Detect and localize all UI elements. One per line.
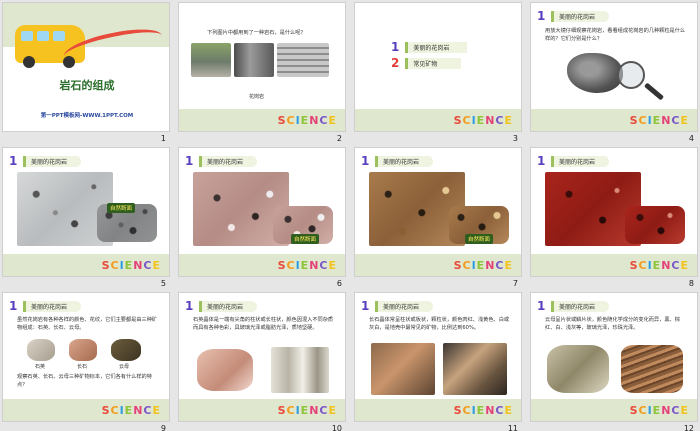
number-one-icon: 1 xyxy=(185,153,194,168)
slide-number: 4 xyxy=(688,134,694,143)
slide-number: 2 xyxy=(336,134,342,143)
section-tag: 1 美丽的花岗岩 xyxy=(537,8,610,23)
science-logo: SCIENCE xyxy=(453,114,513,127)
slide-number: 11 xyxy=(507,424,518,431)
section-tag: 1 美丽的花岗岩 xyxy=(537,298,610,313)
science-logo: SCIENCE xyxy=(101,259,161,272)
section-tag: 1 美丽的花岗岩 xyxy=(361,298,434,313)
menu-item-label: 常见矿物 xyxy=(405,57,462,69)
quartz-sample xyxy=(27,339,55,361)
number-one-icon: 1 xyxy=(361,153,370,168)
photo-building-column xyxy=(234,43,274,77)
science-logo: SCIENCE xyxy=(453,404,513,417)
slide-number: 3 xyxy=(512,134,518,143)
science-logo: SCIENCE xyxy=(277,404,337,417)
section-tag: 1 美丽的花岗岩 xyxy=(9,298,82,313)
photo-caption: 花岗岩 xyxy=(249,94,265,100)
mica-description: 云母呈片状或鳞片状，颜色随化学成分的变化而异，黑、棕红、白、浅灰等，玻璃光泽，珍… xyxy=(545,317,680,331)
number-one-icon: 1 xyxy=(537,298,546,313)
number-one-icon: 1 xyxy=(537,153,546,168)
slide-thumbnail-8[interactable]: 1 美丽的花岗岩 SCIENCE xyxy=(530,147,698,277)
menu-item-1: 1 美丽的花岗岩 xyxy=(391,40,468,54)
slide-number: 10 xyxy=(331,424,342,431)
feldspar-photo-2 xyxy=(443,343,507,395)
feldspar-photo-1 xyxy=(371,343,435,395)
instruction-text: 用放大镜仔细观察花岗岩，看看组成花岗岩的几种颗粒是什么样的？它们分别是什么？ xyxy=(545,28,686,42)
section-tag: 1 美丽的花岗岩 xyxy=(537,153,610,168)
slide-thumbnail-2[interactable]: 下列图片中都用到了一种岩石，是什么呢？ 花岗岩 SCIENCE xyxy=(178,2,346,132)
mica-photo-1 xyxy=(547,345,609,393)
section-tag: 1 美丽的花岗岩 xyxy=(185,153,258,168)
science-logo: SCIENCE xyxy=(277,259,337,272)
number-two-icon: 2 xyxy=(391,56,400,70)
slide-thumbnail-12[interactable]: 1 美丽的花岗岩 云母呈片状或鳞片状，颜色随化学成分的变化而异，黑、棕红、白、浅灰… xyxy=(530,292,698,422)
slide-thumbnail-10[interactable]: 1 美丽的花岗岩 石英晶体是一端有尖角的柱状或长柱状，颜色因混入不同杂质而具有各种… xyxy=(178,292,346,422)
number-one-icon: 1 xyxy=(9,298,18,313)
slide-thumbnail-6[interactable]: 1 美丽的花岗岩 自然断面 SCIENCE xyxy=(178,147,346,277)
magnifier-lens xyxy=(617,61,645,89)
science-logo: SCIENCE xyxy=(453,259,513,272)
slide-thumbnail-5[interactable]: 1 美丽的花岗岩 自然断面 SCIENCE xyxy=(2,147,170,277)
science-logo: SCIENCE xyxy=(629,404,689,417)
section-tag: 1 美丽的花岗岩 xyxy=(361,153,434,168)
number-one-icon: 1 xyxy=(391,40,400,54)
granite-rock-photo xyxy=(567,53,623,93)
natural-section-badge: 自然断面 xyxy=(107,203,136,213)
slide-number: 7 xyxy=(512,279,518,288)
slide-thumbnail-3[interactable]: 1 美丽的花岗岩 2 常见矿物 SCIENCE xyxy=(354,2,522,132)
slide-sorter-grid: 岩石的组成 第一PPT模板网-WWW.1PPT.COM 1 下列图片中都用到了一… xyxy=(0,0,700,431)
menu-item-label: 美丽的花岗岩 xyxy=(405,41,468,53)
magnifier-handle xyxy=(643,82,665,101)
feldspar-description: 长石晶体常呈柱状或板状，颗粒状，颜色肉红、浅黄色、白或灰白，是地壳中最常见的矿物… xyxy=(369,317,510,331)
slide-number: 1 xyxy=(160,134,166,143)
quartz-photo-pink xyxy=(197,349,253,391)
mineral-label: 石英 xyxy=(35,364,46,370)
science-logo: SCIENCE xyxy=(629,259,689,272)
section-tag: 1 美丽的花岗岩 xyxy=(9,153,82,168)
presentation-footer: 第一PPT模板网-WWW.1PPT.COM xyxy=(40,113,134,119)
photo-stone-wall xyxy=(191,43,231,77)
slide-number: 6 xyxy=(336,279,342,288)
question-text: 下列图片中都用到了一种岩石，是什么呢？ xyxy=(207,30,306,36)
section-tag: 1 美丽的花岗岩 xyxy=(185,298,258,313)
slide-thumbnail-7[interactable]: 1 美丽的花岗岩 自然断面 SCIENCE xyxy=(354,147,522,277)
mica-sample xyxy=(111,339,141,361)
granite-photo-inset xyxy=(625,206,685,244)
mineral-label: 长石 xyxy=(77,364,88,370)
slide-number: 12 xyxy=(683,424,694,431)
presentation-title: 岩石的组成 xyxy=(59,79,115,92)
slide-thumbnail-4[interactable]: 1 美丽的花岗岩 用放大镜仔细观察花岗岩，看看组成花岗岩的几种颗粒是什么样的？它们… xyxy=(530,2,698,132)
number-one-icon: 1 xyxy=(185,298,194,313)
number-one-icon: 1 xyxy=(537,8,546,23)
feldspar-sample xyxy=(69,339,97,361)
slide-number: 9 xyxy=(160,424,166,431)
natural-section-badge: 自然断面 xyxy=(291,234,320,244)
number-one-icon: 1 xyxy=(9,153,18,168)
science-logo: SCIENCE xyxy=(277,114,337,127)
observation-question: 观察石英、长石、云母三种矿物标本，它们各有什么样的特点？ xyxy=(17,374,152,388)
minerals-intro-text: 虽然花岗岩有各种各样的颜色、花纹，它们主要都是由三种矿物组成：石英、长石、云母。 xyxy=(17,317,158,331)
slide-thumbnail-11[interactable]: 1 美丽的花岗岩 长石晶体常呈柱状或板状，颗粒状，颜色肉红、浅黄色、白或灰白，是地… xyxy=(354,292,522,422)
mineral-label: 云母 xyxy=(119,364,130,370)
quartz-photo-crystal xyxy=(271,347,329,393)
slide-thumbnail-9[interactable]: 1 美丽的花岗岩 虽然花岗岩有各种各样的颜色、花纹，它们主要都是由三种矿物组成：石… xyxy=(2,292,170,422)
number-one-icon: 1 xyxy=(361,298,370,313)
science-logo: SCIENCE xyxy=(101,404,161,417)
natural-section-badge: 自然断面 xyxy=(465,234,494,244)
slide-thumbnail-1[interactable]: 岩石的组成 第一PPT模板网-WWW.1PPT.COM xyxy=(2,2,170,132)
photo-granite-stairs xyxy=(277,43,329,77)
slide-number: 8 xyxy=(688,279,694,288)
science-logo: SCIENCE xyxy=(629,114,689,127)
menu-item-2: 2 常见矿物 xyxy=(391,56,462,70)
mica-photo-2 xyxy=(621,345,683,393)
quartz-description: 石英晶体是一端有尖角的柱状或长柱状，颜色因混入不同杂质而具有各种色彩，具玻璃光泽… xyxy=(193,317,334,331)
slide-number: 5 xyxy=(160,279,166,288)
